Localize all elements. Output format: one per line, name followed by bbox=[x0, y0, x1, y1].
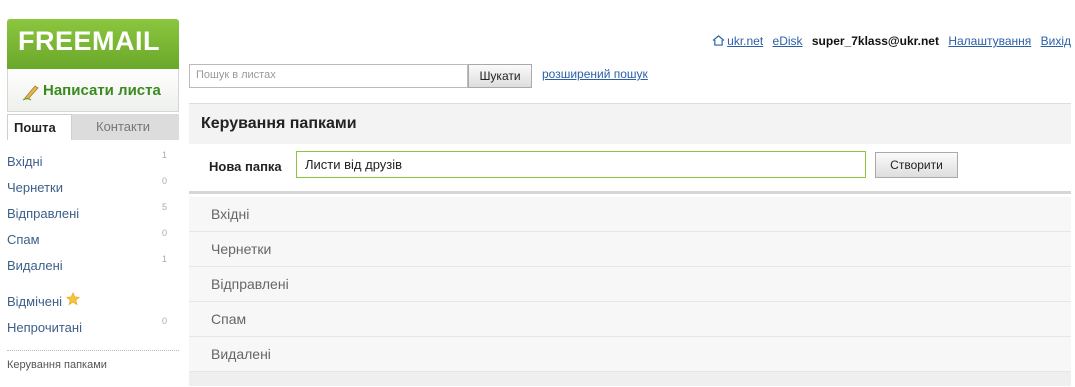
sidebar-item-sent[interactable]: Відправлені 5 bbox=[7, 202, 167, 224]
main-panel: Керування папками Нова папка Створити Вх… bbox=[189, 103, 1071, 386]
create-folder-button[interactable]: Створити bbox=[875, 152, 958, 178]
search-input[interactable]: Пошук в листах bbox=[189, 64, 468, 88]
sidebar-item-drafts[interactable]: Чернетки 0 bbox=[7, 176, 167, 198]
folder-row[interactable]: Чернетки bbox=[189, 232, 1071, 267]
tab-mail[interactable]: Пошта bbox=[7, 114, 72, 140]
compose-label: Написати листа bbox=[43, 82, 161, 99]
sidebar-item-label: Спам bbox=[7, 232, 40, 247]
logo[interactable]: FREEMAIL bbox=[7, 19, 179, 69]
folder-name: Видалені bbox=[211, 346, 271, 362]
new-folder-row: Нова папка Створити bbox=[189, 144, 1071, 194]
pen-icon bbox=[22, 85, 39, 101]
folder-name: Відправлені bbox=[211, 276, 289, 292]
bottom-bar bbox=[189, 372, 1071, 386]
new-folder-label: Нова папка bbox=[209, 159, 282, 174]
home-link[interactable]: ukr.net bbox=[727, 34, 763, 48]
sidebar-item-unread[interactable]: Непрочитані 0 bbox=[7, 316, 167, 338]
advanced-search-link[interactable]: розширений пошук bbox=[542, 67, 648, 81]
user-email: super_7klass@ukr.net bbox=[811, 34, 939, 48]
logo-text: FREEMAIL bbox=[18, 26, 160, 56]
new-folder-input[interactable] bbox=[296, 151, 866, 178]
tab-bar: Пошта Контакти bbox=[7, 114, 179, 140]
sidebar-item-starred[interactable]: Відмічені bbox=[7, 290, 167, 312]
logout-link[interactable]: Вихід bbox=[1041, 34, 1071, 48]
sidebar-item-count: 5 bbox=[161, 202, 167, 212]
folder-row[interactable]: Вхідні bbox=[189, 197, 1071, 232]
star-icon bbox=[66, 292, 80, 306]
sidebar-item-count: 0 bbox=[161, 228, 167, 238]
sidebar-item-count: 1 bbox=[161, 254, 167, 264]
folder-name: Вхідні bbox=[211, 206, 250, 222]
sidebar-item-trash[interactable]: Видалені 1 bbox=[7, 254, 167, 276]
sidebar-manage-folders-link[interactable]: Керування папками bbox=[7, 359, 107, 371]
sidebar-item-count: 1 bbox=[161, 150, 167, 160]
sidebar-item-label: Відправлені bbox=[7, 206, 80, 221]
folder-row[interactable]: Спам bbox=[189, 302, 1071, 337]
compose-button[interactable]: Написати листа bbox=[7, 69, 179, 112]
header-links: ukr.net eDisk super_7klass@ukr.net Налаш… bbox=[712, 34, 1071, 48]
sidebar-item-label: Видалені bbox=[7, 258, 63, 273]
page-title: Керування папками bbox=[201, 115, 357, 132]
tab-mail-label: Пошта bbox=[14, 120, 56, 135]
edisk-link[interactable]: eDisk bbox=[773, 34, 803, 48]
sidebar-item-count: 0 bbox=[161, 176, 167, 186]
sidebar-item-count: 0 bbox=[161, 316, 167, 326]
sidebar-item-label: Непрочитані bbox=[7, 320, 82, 335]
sidebar-item-label: Відмічені bbox=[7, 294, 63, 309]
sidebar-item-label: Вхідні bbox=[7, 154, 43, 169]
folder-name: Спам bbox=[211, 311, 247, 327]
settings-link[interactable]: Налаштування bbox=[948, 34, 1031, 48]
folder-row[interactable]: Відправлені bbox=[189, 267, 1071, 302]
folder-list: Вхідні Чернетки Відправлені Спам Видален… bbox=[189, 197, 1071, 372]
search-button[interactable]: Шукати bbox=[468, 64, 532, 88]
folder-row[interactable]: Видалені bbox=[189, 337, 1071, 372]
folder-name: Чернетки bbox=[211, 241, 272, 257]
home-icon[interactable] bbox=[712, 35, 725, 46]
tab-contacts[interactable]: Контакти bbox=[96, 119, 150, 134]
sidebar-item-inbox[interactable]: Вхідні 1 bbox=[7, 150, 167, 172]
sidebar-item-label: Чернетки bbox=[7, 180, 64, 195]
main-header: Керування папками bbox=[189, 104, 1071, 144]
sidebar-item-spam[interactable]: Спам 0 bbox=[7, 228, 167, 250]
sidebar-divider bbox=[7, 350, 179, 351]
